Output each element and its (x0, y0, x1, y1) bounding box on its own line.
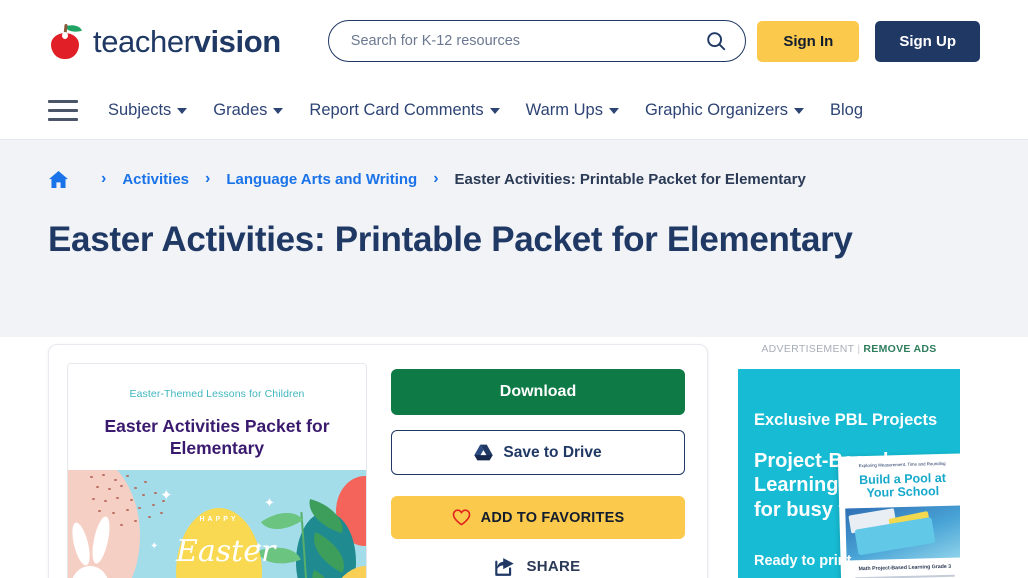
sign-up-button[interactable]: Sign Up (875, 21, 980, 62)
add-to-favorites-label: ADD TO FAVORITES (481, 510, 625, 526)
search-input[interactable] (351, 33, 703, 49)
nav-label: Warm Ups (526, 101, 603, 120)
site-header: teachervision Sign In Sign Up (0, 0, 1028, 82)
resource-actions: Download Save to Drive ADD TO FAVORITES (367, 363, 707, 578)
apple-icon (48, 22, 82, 60)
ad-book-title: Build a Pool at Your School (844, 471, 960, 502)
remove-ads-link[interactable]: REMOVE ADS (863, 343, 936, 355)
nav-label: Report Card Comments (309, 101, 483, 120)
advertisement-column: ADVERTISEMENT|REMOVE ADS Exclusive PBL P… (738, 337, 960, 578)
breadcrumb-separator: › (101, 171, 106, 187)
nav-item-graphic-organizers[interactable]: Graphic Organizers (645, 101, 804, 120)
art-easter-text: Easter (176, 534, 262, 569)
main-navigation: Subjects Grades Report Card Comments War… (0, 82, 1028, 140)
site-logo[interactable]: teachervision (48, 22, 281, 60)
chevron-down-icon (273, 108, 283, 114)
chevron-down-icon (177, 108, 187, 114)
preview-title: Easter Activities Packet for Elementary (86, 416, 348, 460)
ad-book-title-line2: Your School (845, 485, 960, 502)
search-icon (705, 30, 727, 52)
breadcrumb-section: › Activities › Language Arts and Writing… (0, 140, 1028, 337)
preview-header: Easter-Themed Lessons for Children Easte… (68, 364, 366, 470)
ad-footer-line1: Ready to print. (754, 549, 886, 574)
nav-label: Blog (830, 101, 863, 120)
nav-label: Graphic Organizers (645, 101, 788, 120)
advertisement-banner[interactable]: Exclusive PBL Projects Project-Based Lea… (738, 369, 960, 578)
share-label: SHARE (526, 558, 580, 575)
breadcrumb-item-current: Easter Activities: Printable Packet for … (455, 171, 806, 188)
logo-text: teachervision (93, 26, 281, 57)
chevron-down-icon (609, 108, 619, 114)
breadcrumb: › Activities › Language Arts and Writing… (48, 164, 980, 194)
art-happy-text: HAPPY (176, 516, 262, 523)
advertisement-text: ADVERTISEMENT (761, 343, 854, 355)
breadcrumb-separator: › (205, 171, 210, 187)
breadcrumb-item-language-arts[interactable]: Language Arts and Writing (226, 171, 417, 188)
nav-item-blog[interactable]: Blog (830, 101, 863, 120)
home-icon[interactable] (48, 170, 69, 189)
share-icon (495, 557, 515, 576)
logo-text-part2: vision (194, 24, 281, 59)
chevron-down-icon (490, 108, 500, 114)
auth-buttons: Sign In Sign Up (757, 21, 980, 62)
logo-text-part1: teacher (93, 24, 194, 59)
add-to-favorites-button[interactable]: ADD TO FAVORITES (391, 496, 685, 539)
resource-card: Easter-Themed Lessons for Children Easte… (48, 344, 708, 578)
advertisement-label: ADVERTISEMENT|REMOVE ADS (738, 343, 960, 355)
breadcrumb-item-activities[interactable]: Activities (122, 171, 189, 188)
search-button[interactable] (703, 28, 729, 54)
save-to-drive-label: Save to Drive (503, 444, 601, 462)
advertisement-separator: | (857, 343, 860, 355)
page-title: Easter Activities: Printable Packet for … (48, 220, 980, 260)
share-button[interactable]: SHARE (391, 557, 685, 576)
resource-preview-thumbnail[interactable]: Easter-Themed Lessons for Children Easte… (67, 363, 367, 578)
google-drive-icon (474, 444, 493, 461)
home-glyph (48, 170, 69, 189)
nav-label: Subjects (108, 101, 171, 120)
download-button[interactable]: Download (391, 369, 685, 415)
main-content: Easter-Themed Lessons for Children Easte… (0, 337, 1028, 578)
preview-illustration: HAPPY Easter ✦ ✦ ✦ ✦ ✦ ✦ ✦ ✦ (68, 470, 366, 578)
easter-egg-shape: HAPPY Easter (176, 508, 262, 578)
ad-book-top-text: Exploring Measurement, Time and Rounding (844, 461, 960, 470)
nav-item-grades[interactable]: Grades (213, 101, 283, 120)
heart-icon (452, 509, 471, 526)
nav-label: Grades (213, 101, 267, 120)
hamburger-icon[interactable] (48, 100, 78, 122)
preview-kicker: Easter-Themed Lessons for Children (86, 388, 348, 400)
nav-item-warm-ups[interactable]: Warm Ups (526, 101, 619, 120)
ad-footer-line2: Easy to implement. (754, 575, 886, 578)
chevron-down-icon (794, 108, 804, 114)
ad-footer: Ready to print. Easy to implement. (754, 549, 886, 578)
nav-item-report-card-comments[interactable]: Report Card Comments (309, 101, 499, 120)
breadcrumb-separator: › (433, 171, 438, 187)
save-to-drive-button[interactable]: Save to Drive (391, 430, 685, 475)
ad-kicker: Exclusive PBL Projects (754, 411, 937, 430)
nav-item-subjects[interactable]: Subjects (108, 101, 187, 120)
sign-in-button[interactable]: Sign In (757, 21, 859, 62)
search-bar[interactable] (328, 20, 746, 62)
